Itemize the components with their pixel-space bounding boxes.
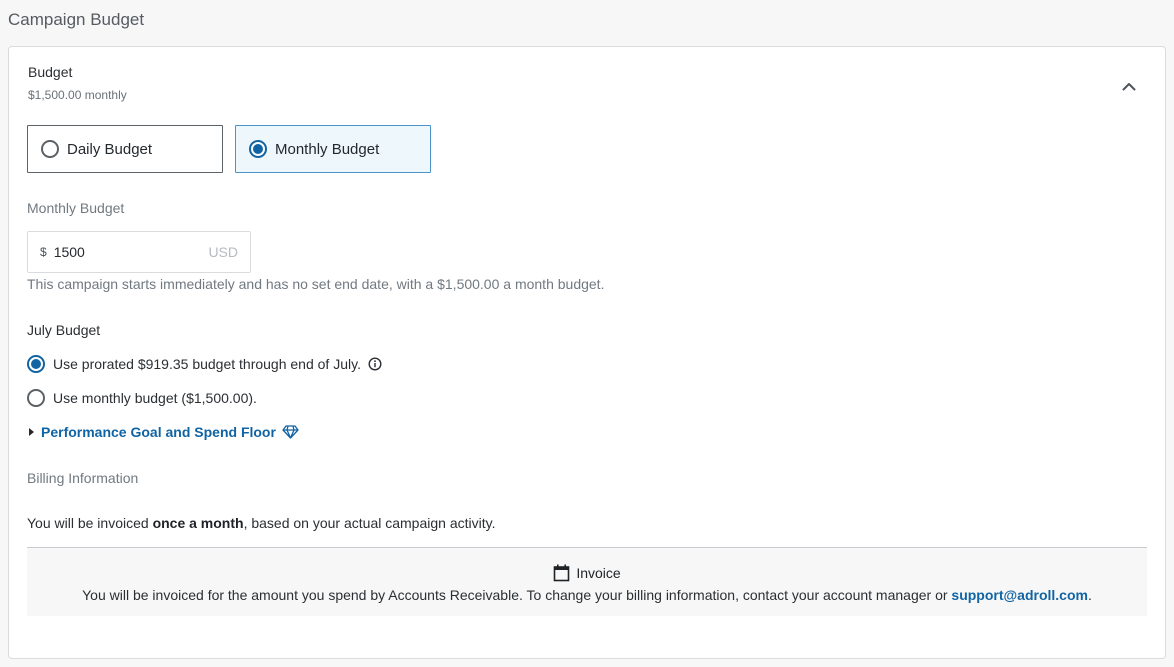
invoice-description-text: You will be invoiced for the amount you …: [82, 587, 952, 603]
diamond-icon: [282, 425, 299, 439]
daily-budget-radio[interactable]: [41, 140, 59, 158]
invoice-description: You will be invoiced for the amount you …: [27, 587, 1147, 603]
billing-text-suffix: , based on your actual campaign activity…: [243, 515, 496, 531]
budget-help-text: This campaign starts immediately and has…: [27, 276, 605, 292]
caret-right-icon: [29, 428, 34, 436]
daily-budget-option[interactable]: Daily Budget: [27, 125, 223, 173]
billing-info-title: Billing Information: [27, 470, 139, 486]
monthly-budget-radio[interactable]: [249, 140, 267, 158]
monthly-budget-label: Monthly Budget: [275, 140, 380, 158]
monthly-budget-field-label: Monthly Budget: [27, 200, 125, 216]
support-email-link[interactable]: support@adroll.com: [951, 587, 1088, 603]
prorated-budget-option[interactable]: Use prorated $919.35 budget through end …: [27, 353, 382, 375]
monthly-budget-july-radio[interactable]: [27, 389, 45, 407]
prorated-budget-label: Use prorated $919.35 budget through end …: [53, 356, 361, 372]
invoice-panel: Invoice You will be invoiced for the amo…: [27, 548, 1147, 616]
billing-text-frequency: once a month: [152, 515, 244, 531]
monthly-budget-input[interactable]: $ 1500 USD: [27, 231, 251, 273]
invoice-heading-label: Invoice: [576, 565, 621, 581]
budget-section-title: Budget: [28, 64, 73, 80]
budget-summary: $1,500.00 monthly: [28, 88, 127, 102]
currency-unit: USD: [208, 244, 238, 260]
invoice-heading: Invoice: [27, 564, 1147, 582]
monthly-budget-option[interactable]: Monthly Budget: [235, 125, 431, 173]
daily-budget-label: Daily Budget: [67, 140, 153, 158]
budget-card: Budget $1,500.00 monthly Daily Budget Mo…: [8, 46, 1166, 659]
page-title: Campaign Budget: [8, 10, 145, 29]
performance-goal-label: Performance Goal and Spend Floor: [41, 424, 276, 440]
calendar-icon: [553, 564, 570, 582]
collapse-budget-button[interactable]: [1117, 77, 1141, 97]
monthly-budget-value[interactable]: 1500: [54, 244, 209, 260]
monthly-budget-july-option[interactable]: Use monthly budget ($1,500.00).: [27, 387, 257, 409]
prorated-budget-radio[interactable]: [27, 355, 45, 373]
info-icon[interactable]: [368, 357, 382, 371]
billing-frequency-text: You will be invoiced once a month, based…: [27, 515, 495, 531]
invoice-description-end: .: [1087, 587, 1092, 603]
monthly-budget-july-label: Use monthly budget ($1,500.00).: [53, 390, 257, 406]
performance-goal-toggle[interactable]: Performance Goal and Spend Floor: [27, 421, 299, 443]
currency-symbol: $: [40, 245, 47, 259]
chevron-up-icon: [1122, 78, 1136, 96]
billing-text-prefix: You will be invoiced: [27, 515, 153, 531]
july-budget-title: July Budget: [27, 322, 101, 338]
